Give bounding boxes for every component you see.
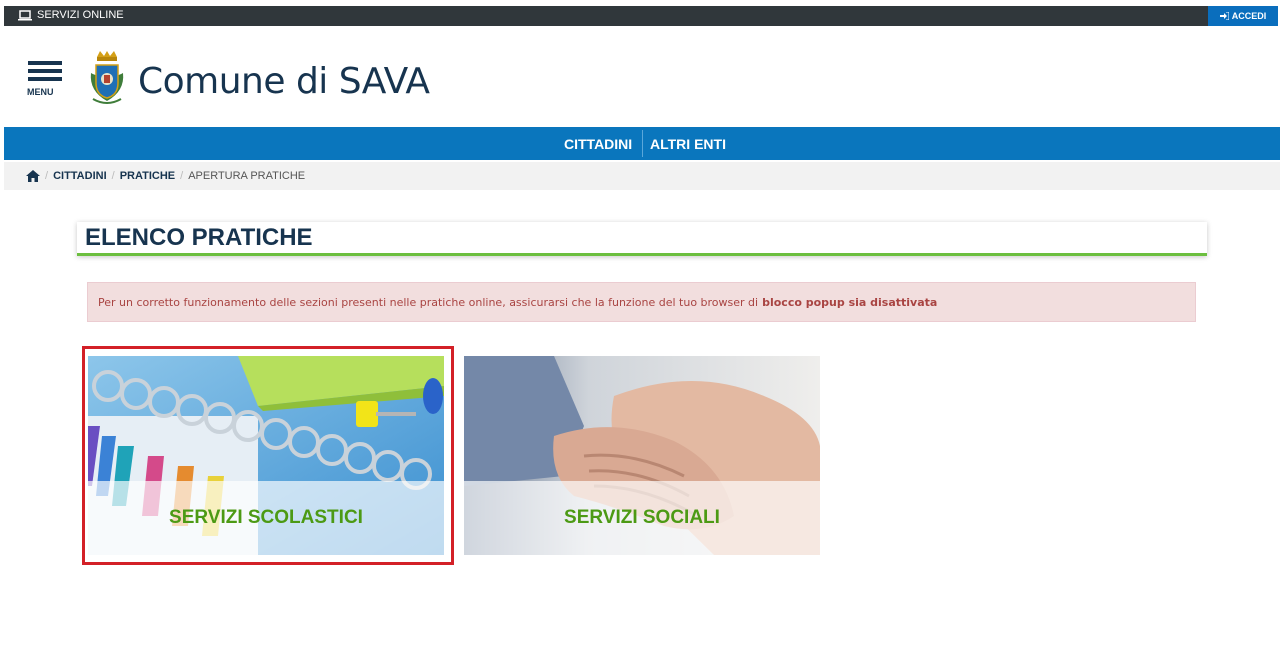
site-title[interactable]: Comune di SAVA [138,61,430,102]
home-icon[interactable] [26,170,40,182]
hamburger-icon [28,61,62,65]
login-button[interactable]: ACCEDI [1208,6,1278,26]
card-label: SERVIZI SCOLASTICI [169,507,363,528]
card-label-overlay: SERVIZI SCOLASTICI [88,481,444,555]
card-servizi-sociali[interactable]: SERVIZI SOCIALI [464,356,820,555]
nav-item-cittadini[interactable]: CITTADINI [564,127,632,160]
breadcrumb-current: APERTURA PRATICHE [188,170,306,182]
card-label-overlay: SERVIZI SOCIALI [464,481,820,555]
menu-button[interactable]: MENU [26,61,66,101]
popup-warning-alert: Per un corretto funzionamento delle sezi… [87,282,1196,322]
alert-text: Per un corretto funzionamento delle sezi… [98,295,759,309]
online-services-link[interactable]: SERVIZI ONLINE [18,9,124,21]
top-utility-bar: SERVIZI ONLINE ACCEDI [4,6,1278,26]
main-nav: CITTADINI ALTRI ENTI [4,127,1280,160]
site-header: MENU Comune di SAVA [0,27,1280,127]
sign-in-icon [1219,12,1229,20]
page-title: ELENCO PRATICHE [85,224,313,251]
municipal-crest-icon [90,51,124,104]
breadcrumb-pratiche[interactable]: PRATICHE [120,170,175,182]
nav-separator [642,130,643,157]
nav-item-altri-enti[interactable]: ALTRI ENTI [650,127,726,160]
login-label: ACCEDI [1231,11,1267,21]
menu-label: MENU [27,87,54,97]
laptop-icon [18,9,32,20]
card-servizi-scolastici[interactable]: SERVIZI SCOLASTICI [88,356,444,555]
breadcrumb-cittadini[interactable]: CITTADINI [53,170,107,182]
card-label: SERVIZI SOCIALI [564,507,720,528]
alert-emphasis: blocco popup sia disattivata [762,295,938,309]
breadcrumb: / CITTADINI / PRATICHE / APERTURA PRATIC… [4,162,1280,190]
section-header: ELENCO PRATICHE [77,222,1207,256]
online-services-label: SERVIZI ONLINE [37,9,124,21]
